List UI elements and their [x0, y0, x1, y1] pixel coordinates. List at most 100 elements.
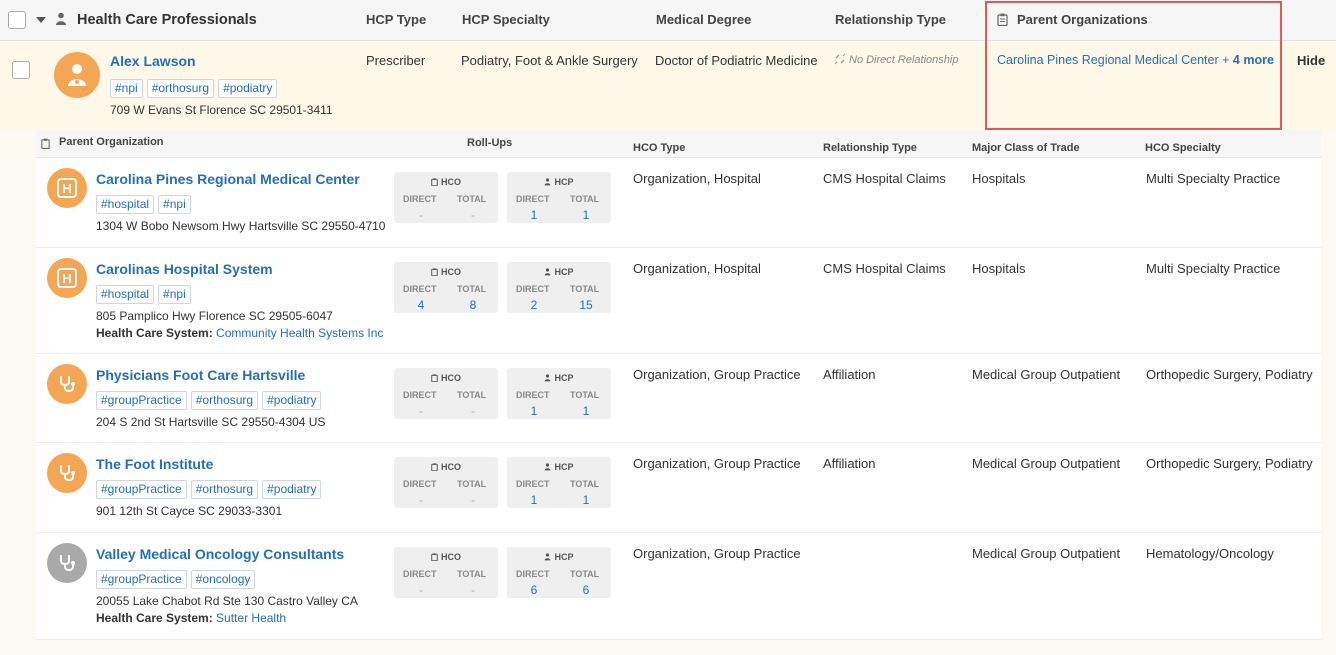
- total-label: TOTAL: [570, 390, 600, 400]
- hcp-tags: #npi #orthosurg #podiatry: [110, 79, 278, 98]
- hcp-avatar-icon: [54, 52, 100, 98]
- col-hco-type[interactable]: HCO Type: [633, 142, 685, 154]
- hco-total-value[interactable]: 8: [453, 298, 493, 312]
- col-parent-organization[interactable]: Parent Organization: [59, 136, 164, 148]
- col-major-class[interactable]: Major Class of Trade: [972, 142, 1080, 154]
- tag[interactable]: #npi: [158, 195, 191, 214]
- col-rollups: Roll-Ups: [467, 137, 513, 149]
- hcp-rollup-title: HCP: [507, 462, 611, 472]
- hcp-total-value[interactable]: 1: [566, 208, 606, 222]
- org-address: 901 12th St Cayce SC 29033-3301: [96, 504, 283, 518]
- hide-link[interactable]: Hide: [1297, 53, 1325, 68]
- tag[interactable]: #oncology: [190, 570, 256, 589]
- hco-rollup-title: HCO: [394, 462, 498, 472]
- tag[interactable]: #podiatry: [262, 480, 322, 499]
- direct-label: DIRECT: [403, 569, 437, 579]
- col-relationship-type[interactable]: Relationship Type: [835, 12, 946, 27]
- col-hcp-type[interactable]: HCP Type: [366, 12, 426, 27]
- org-name-link[interactable]: Valley Medical Oncology Consultants: [96, 546, 344, 562]
- hcp-total-value[interactable]: 1: [566, 493, 606, 507]
- org-name-link[interactable]: The Foot Institute: [96, 456, 213, 472]
- relationship-value: No Direct Relationship: [849, 54, 959, 66]
- hco-direct-value: -: [419, 208, 423, 222]
- hco-rollup-title: HCO: [394, 373, 498, 383]
- org-address: 204 S 2nd St Hartsville SC 29550-4304 US: [96, 415, 326, 429]
- hcp-rollup-label: HCP: [554, 552, 574, 562]
- direct-label: DIRECT: [403, 479, 437, 489]
- collapse-caret-icon[interactable]: [36, 17, 46, 23]
- hcp-rollup-label: HCP: [554, 267, 574, 277]
- stethoscope-icon: [47, 364, 87, 404]
- tag[interactable]: #groupPractice: [96, 391, 187, 410]
- hcp-total-value[interactable]: 1: [566, 404, 606, 418]
- tag[interactable]: #npi: [158, 285, 191, 304]
- tag[interactable]: #orthosurg: [146, 79, 215, 98]
- total-label: TOTAL: [457, 569, 487, 579]
- org-tags: #hospital #npi: [96, 195, 191, 214]
- hco-direct-value[interactable]: 4: [401, 298, 441, 312]
- hco-specialty-value: Multi Specialty Practice: [1146, 171, 1281, 186]
- direct-label: DIRECT: [403, 390, 437, 400]
- hcp-rollup-label: HCP: [554, 177, 574, 187]
- tag[interactable]: #groupPractice: [96, 570, 187, 589]
- table-row: Valley Medical Oncology Consultants #grou…: [36, 533, 1321, 640]
- hco-rollup-box: HCO DIRECT TOTAL 4 8: [394, 262, 498, 313]
- hcs-link[interactable]: Community Health Systems Inc: [216, 326, 383, 340]
- total-label: TOTAL: [457, 194, 487, 204]
- org-address: 20055 Lake Chabot Rd Ste 130 Castro Vall…: [96, 594, 358, 608]
- tag[interactable]: #orthosurg: [190, 391, 259, 410]
- org-tags: #groupPractice #orthosurg #podiatry: [96, 480, 322, 499]
- tag[interactable]: #podiatry: [262, 391, 322, 410]
- org-name-link[interactable]: Carolina Pines Regional Medical Center: [96, 171, 360, 187]
- tag[interactable]: #orthosurg: [190, 480, 259, 499]
- col-medical-degree[interactable]: Medical Degree: [656, 12, 751, 27]
- tag[interactable]: #groupPractice: [96, 480, 187, 499]
- hcp-direct-value[interactable]: 1: [514, 404, 554, 418]
- hco-specialty-value: Orthopedic Surgery, Podiatry: [1146, 367, 1313, 382]
- tag[interactable]: #hospital: [96, 285, 155, 304]
- org-name-link[interactable]: Carolinas Hospital System: [96, 261, 273, 277]
- hco-direct-value: -: [419, 583, 423, 597]
- hcp-total-value[interactable]: 15: [566, 298, 606, 312]
- hco-rollup-title: HCO: [394, 267, 498, 277]
- hcp-name-link[interactable]: Alex Lawson: [110, 53, 196, 69]
- direct-label: DIRECT: [516, 390, 550, 400]
- hcp-direct-value[interactable]: 6: [514, 583, 554, 597]
- col-hco-specialty[interactable]: HCO Specialty: [1145, 142, 1221, 154]
- hcp-direct-value[interactable]: 2: [514, 298, 554, 312]
- hcp-total-value[interactable]: 6: [566, 583, 606, 597]
- col-relationship-type[interactable]: Relationship Type: [823, 142, 917, 154]
- tag[interactable]: #podiatry: [218, 79, 278, 98]
- table-row: H Carolinas Hospital System #hospital #npi 8…: [36, 248, 1321, 354]
- total-label: TOTAL: [570, 479, 600, 489]
- org-name-link[interactable]: Physicians Foot Care Hartsville: [96, 367, 305, 383]
- select-all-checkbox[interactable]: [8, 11, 26, 29]
- section-title: Health Care Professionals: [77, 12, 257, 28]
- hco-rollup-label: HCO: [441, 552, 461, 562]
- row-checkbox[interactable]: [12, 61, 30, 79]
- hco-specialty-value: Orthopedic Surgery, Podiatry: [1146, 456, 1313, 471]
- table-row: The Foot Institute #groupPractice #orthosu…: [36, 443, 1321, 533]
- hco-rollup-title: HCO: [394, 177, 498, 187]
- direct-label: DIRECT: [403, 194, 437, 204]
- relationship-value: Affiliation: [823, 456, 876, 471]
- hcp-rollup-label: HCP: [554, 462, 574, 472]
- hcp-direct-value[interactable]: 1: [514, 208, 554, 222]
- hcp-rollup-box: HCP DIRECT TOTAL 1 1: [507, 368, 611, 419]
- total-label: TOTAL: [570, 194, 600, 204]
- hcs-link[interactable]: Sutter Health: [216, 611, 286, 625]
- hcp-rollup-title: HCP: [507, 373, 611, 383]
- hcp-rollup-box: HCP DIRECT TOTAL 1 1: [507, 457, 611, 508]
- tag[interactable]: #npi: [110, 79, 143, 98]
- major-class-value: Hospitals: [972, 171, 1026, 186]
- hospital-icon: H: [47, 258, 87, 298]
- major-class-value: Hospitals: [972, 261, 1026, 276]
- hco-rollup-box: HCO DIRECT TOTAL - -: [394, 547, 498, 598]
- hco-rollup-box: HCO DIRECT TOTAL - -: [394, 368, 498, 419]
- stethoscope-icon: [47, 543, 87, 583]
- col-hcp-specialty[interactable]: HCP Specialty: [462, 12, 550, 27]
- hcp-direct-value[interactable]: 1: [514, 493, 554, 507]
- hcp-rollup-box: HCP DIRECT TOTAL 2 15: [507, 262, 611, 313]
- tag[interactable]: #hospital: [96, 195, 155, 214]
- hco-total-value: -: [471, 583, 475, 597]
